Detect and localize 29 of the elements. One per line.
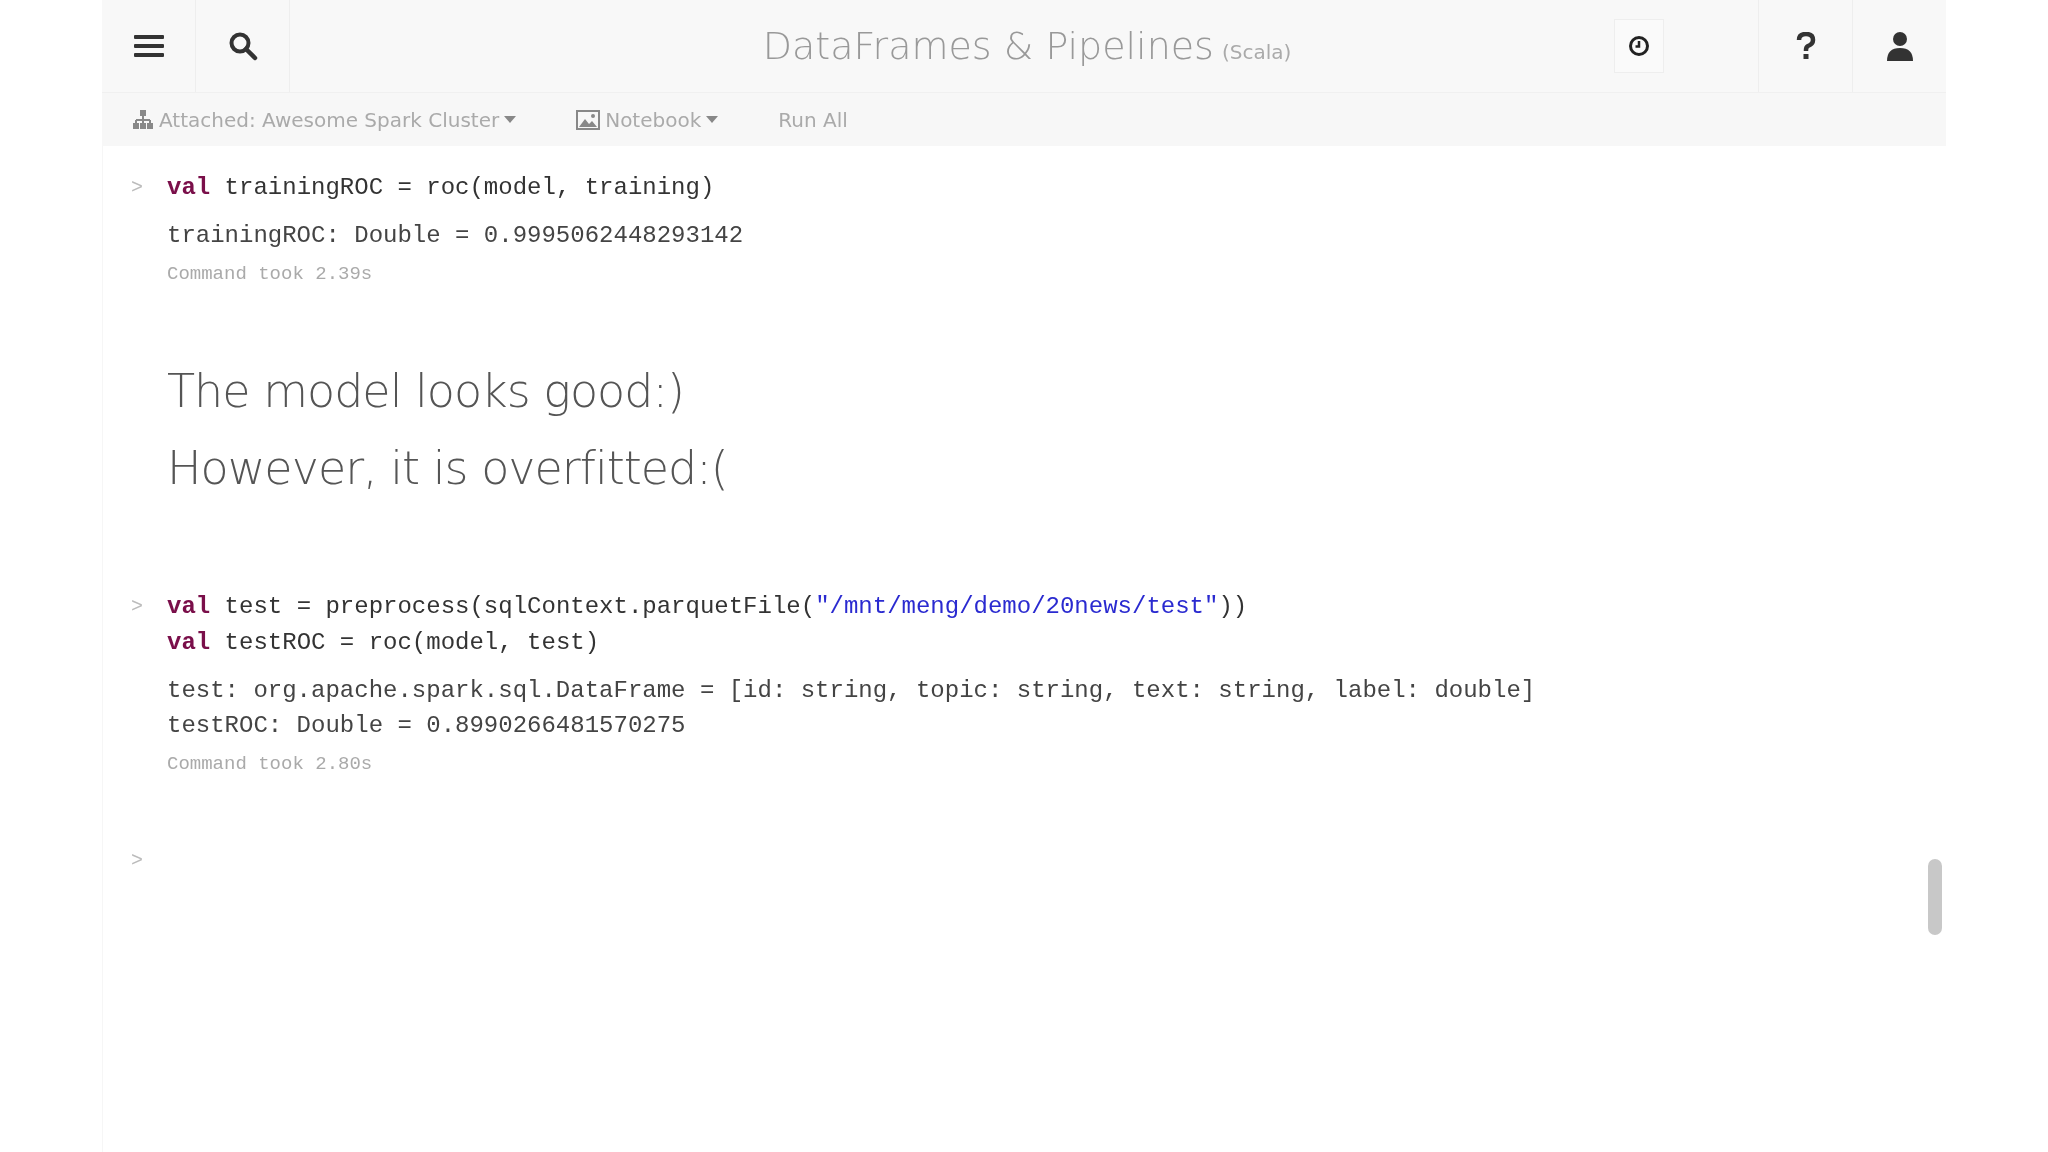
cluster-icon <box>132 109 154 130</box>
output-line: test: org.apache.spark.sql.DataFrame = [id: string, topic: string, text: string, label: double] <box>167 676 1536 706</box>
image-icon <box>576 109 601 130</box>
command-timing: Command took 2.80s <box>167 753 374 775</box>
scrollbar-thumb[interactable] <box>1928 859 1942 935</box>
output-line: trainingROC: Double = 0.9995062448293142 <box>167 221 744 251</box>
language-label: (Scala) <box>1221 40 1292 64</box>
run-all-button[interactable]: Run All <box>776 105 850 134</box>
cell-prompt[interactable]: > <box>131 589 167 775</box>
search-icon <box>227 31 258 61</box>
question-icon <box>1795 32 1816 60</box>
command-timing: Command took 2.39s <box>167 263 374 285</box>
cell-prompt[interactable]: > <box>131 843 167 879</box>
menu-icon <box>133 34 164 58</box>
user-icon <box>1885 31 1914 61</box>
code-line: val trainingROC = roc(model, training) <box>167 173 716 203</box>
markdown-text: The model looks good:) <box>167 363 685 420</box>
cell-prompt[interactable]: > <box>131 170 167 285</box>
caret-icon <box>706 115 719 124</box>
markdown-text: However, it is overfitted:( <box>167 440 728 497</box>
caret-icon <box>504 115 517 124</box>
view-dropdown[interactable]: Notebook <box>574 105 721 134</box>
clock-icon <box>1628 35 1650 57</box>
history-button[interactable] <box>1614 19 1664 73</box>
code-line: val test = preprocess(sqlContext.parquetFile("/mnt/meng/demo/20news/test")) <box>167 592 1249 622</box>
notebook-title: DataFrames & Pipelines <box>762 24 1214 68</box>
code-line: val testROC = roc(model, test) <box>167 628 601 658</box>
cluster-dropdown[interactable]: Attached: Awesome Spark Cluster <box>130 105 519 134</box>
output-line: testROC: Double = 0.8990266481570275 <box>167 711 687 741</box>
